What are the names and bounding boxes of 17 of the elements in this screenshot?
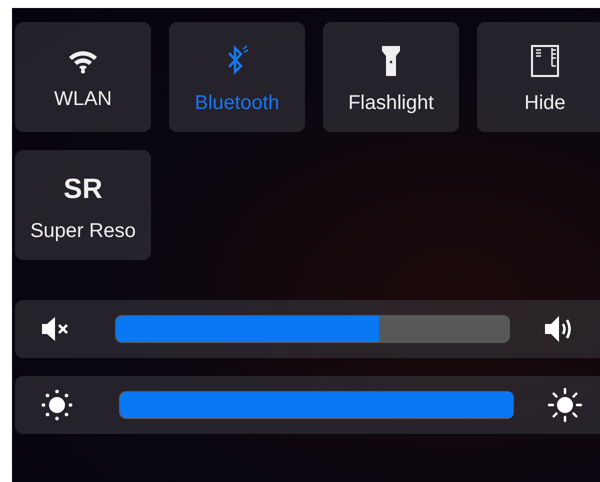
- tile-label: Super Reso: [30, 220, 136, 242]
- tile-label: WLAN: [54, 88, 112, 110]
- brightness-low-icon[interactable]: [41, 389, 73, 421]
- hide-tile[interactable]: Hide: [477, 22, 600, 132]
- sr-glyph: SR: [64, 172, 102, 206]
- bluetooth-tile[interactable]: Bluetooth: [169, 22, 305, 132]
- mute-icon[interactable]: [41, 316, 69, 342]
- tile-label: Bluetooth: [194, 92, 280, 114]
- panel-icon: [530, 44, 560, 78]
- flashlight-tile[interactable]: Flashlight: [323, 22, 459, 132]
- text-tile[interactable]: SR Super Reso: [15, 150, 151, 260]
- flashlight-icon: [381, 44, 401, 78]
- wifi-tile[interactable]: WLAN: [15, 22, 151, 132]
- tile-label: Hide: [524, 92, 566, 114]
- tile-label: Flashlight: [348, 92, 434, 114]
- volume-slider[interactable]: [115, 315, 510, 343]
- brightness-high-icon[interactable]: [548, 388, 582, 422]
